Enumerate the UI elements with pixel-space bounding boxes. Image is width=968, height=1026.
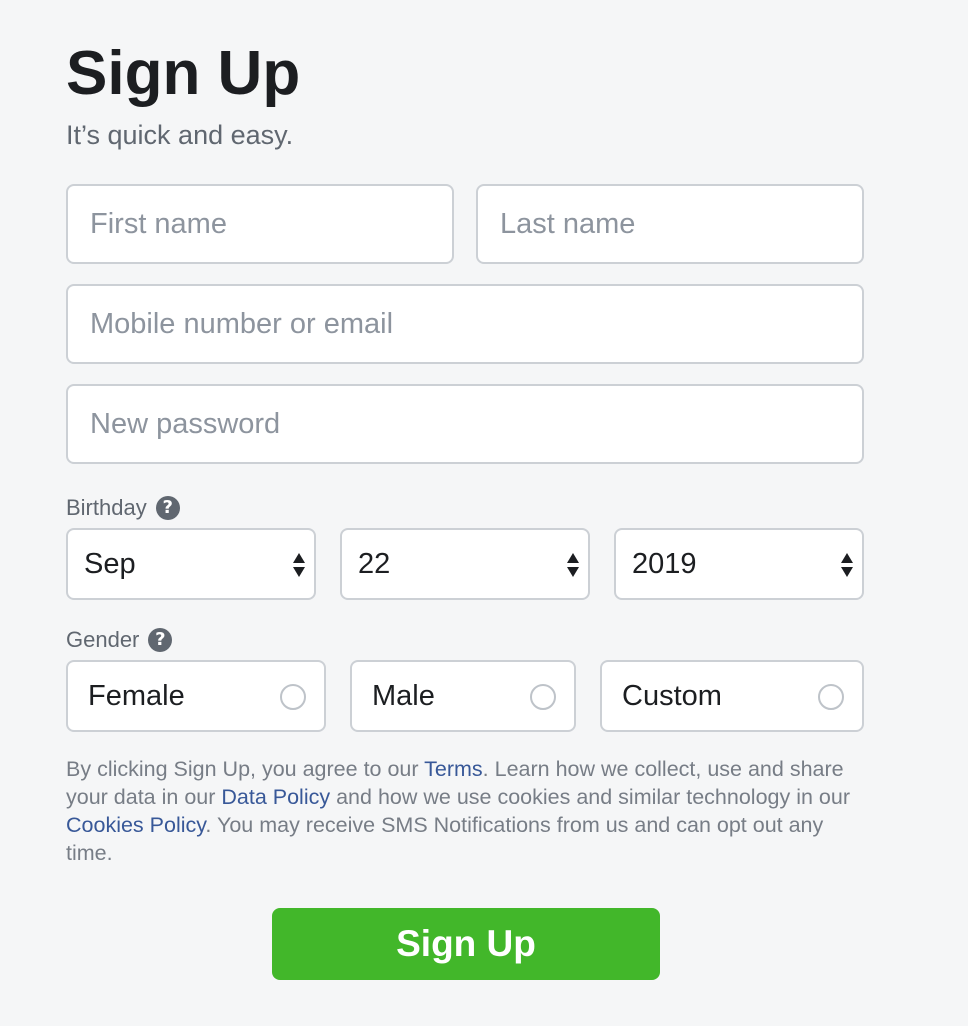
radio-button-female[interactable]: [280, 684, 306, 710]
birthday-day-select[interactable]: 22: [340, 528, 590, 600]
question-circle-icon[interactable]: ?: [155, 496, 180, 520]
terms-notice: By clicking Sign Up, you agree to our Te…: [66, 755, 866, 867]
page-title: Sign Up: [66, 39, 301, 108]
page-subtitle: It’s quick and easy.: [66, 120, 294, 150]
sign-up-button[interactable]: Sign Up: [272, 908, 660, 980]
terms-link[interactable]: Terms: [424, 757, 483, 781]
first-name-input[interactable]: [66, 184, 454, 264]
mobile-or-email-input[interactable]: [66, 284, 864, 364]
birthday-year-select[interactable]: 2019: [614, 528, 864, 600]
birthday-month-select[interactable]: Sep: [66, 528, 316, 600]
birthday-day-value: 22: [358, 547, 391, 580]
select-arrows-icon: [293, 553, 305, 577]
birthday-year-value: 2019: [632, 547, 697, 580]
question-circle-icon[interactable]: ?: [148, 628, 173, 652]
birthday-month-value: Sep: [84, 547, 136, 580]
gender-label-text: Gender: [66, 627, 140, 652]
gender-option-label: Male: [372, 679, 435, 712]
select-arrows-icon: [567, 553, 579, 577]
gender-option-label: Female: [88, 679, 185, 712]
new-password-input[interactable]: [66, 384, 864, 464]
data-policy-link[interactable]: Data Policy: [221, 785, 330, 809]
cookies-policy-link[interactable]: Cookies Policy: [66, 813, 205, 837]
gender-option-label: Custom: [622, 679, 722, 712]
radio-button-male[interactable]: [530, 684, 556, 710]
gender-option-male[interactable]: Male: [350, 660, 576, 732]
terms-text: and how we use cookies and similar techn…: [330, 785, 850, 809]
birthday-label: Birthday ?: [66, 494, 180, 522]
gender-option-female[interactable]: Female: [66, 660, 326, 732]
gender-label: Gender ?: [66, 626, 173, 654]
terms-text: By clicking Sign Up, you agree to our: [66, 757, 425, 781]
radio-button-custom[interactable]: [818, 684, 844, 710]
last-name-input[interactable]: [476, 184, 864, 264]
gender-option-custom[interactable]: Custom: [600, 660, 864, 732]
select-arrows-icon: [841, 553, 853, 577]
birthday-label-text: Birthday: [66, 495, 147, 520]
